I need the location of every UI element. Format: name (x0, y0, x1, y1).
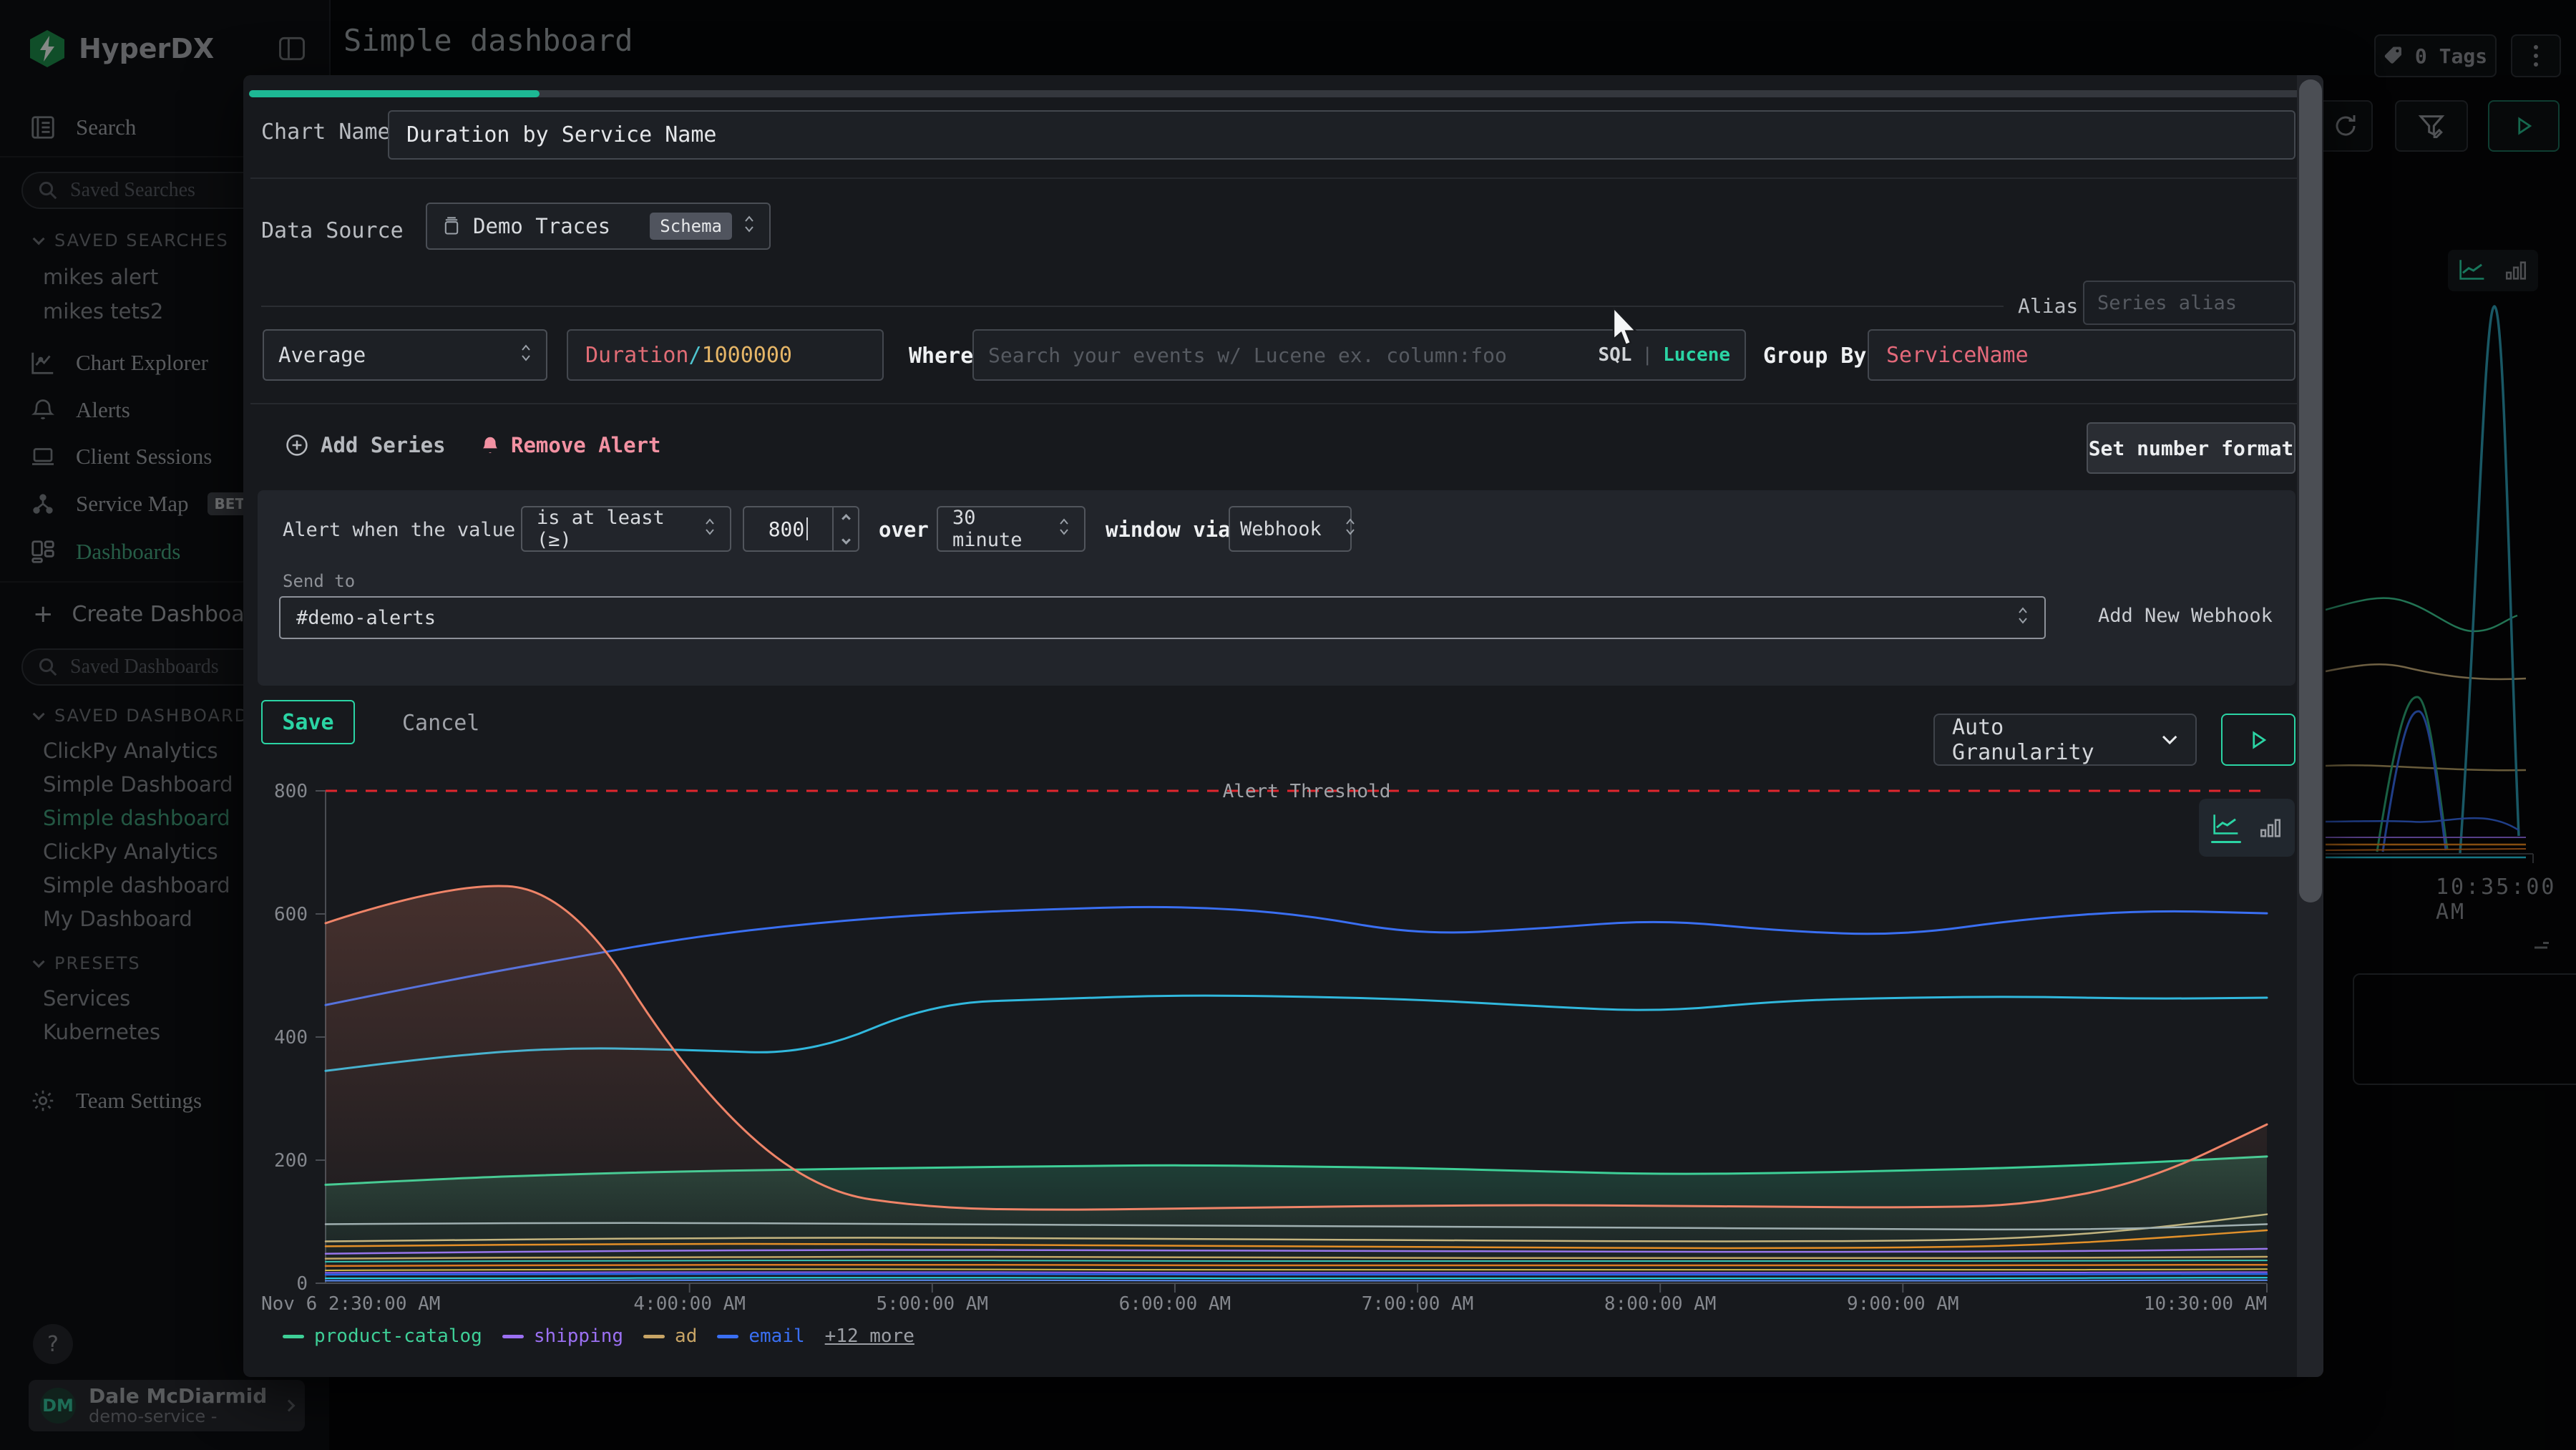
svg-text:10:30:00 AM: 10:30:00 AM (2144, 1293, 2267, 1315)
alert-condition-select[interactable]: is at least (≥) (521, 506, 731, 552)
stepper-down-icon[interactable] (841, 535, 851, 545)
divider (261, 306, 2004, 307)
where-label: Where (909, 344, 973, 369)
number-stepper[interactable] (832, 507, 858, 550)
add-series-button[interactable]: Add Series (285, 433, 446, 457)
select-updown-icon (1058, 515, 1070, 543)
field-expression-input[interactable]: Duration/1000000 (567, 329, 884, 381)
mouse-cursor (1612, 308, 1644, 351)
series-alias-input[interactable] (2083, 281, 2296, 325)
chart-legend: product-catalog shipping ad email +12 mo… (283, 1325, 914, 1347)
legend-more-link[interactable]: +12 more (825, 1325, 914, 1347)
chart-type-toggle[interactable] (2199, 799, 2295, 857)
svg-text:6:00:00 AM: 6:00:00 AM (1119, 1293, 1231, 1315)
where-placeholder: Search your events w/ Lucene ex. column:… (988, 344, 1588, 367)
svg-text:9:00:00 AM: 9:00:00 AM (1847, 1293, 1959, 1315)
legend-item[interactable]: product-catalog (283, 1325, 482, 1347)
select-updown-icon (520, 341, 532, 369)
legend-item[interactable]: shipping (502, 1325, 623, 1347)
svg-text:4:00:00 AM: 4:00:00 AM (633, 1293, 746, 1315)
select-updown-icon (743, 213, 755, 240)
text-caret (806, 517, 808, 540)
alert-channel-select[interactable]: Webhook (1229, 506, 1352, 552)
select-updown-icon (1345, 515, 1356, 543)
aggregation-select[interactable]: Average (263, 329, 547, 381)
scrollbar-thumb[interactable] (2299, 79, 2322, 902)
chart-name-label: Chart Name (261, 120, 391, 145)
select-updown-icon (2017, 604, 2029, 632)
edit-chart-modal: Chart Name Data Source Demo Traces Schem… (243, 75, 2323, 1377)
lucene-toggle[interactable]: Lucene (1663, 344, 1730, 366)
svg-text:0: 0 (296, 1273, 308, 1295)
over-label: over (879, 517, 929, 542)
bell-icon (479, 434, 501, 457)
alert-prefix-label: Alert when the value (283, 519, 515, 541)
alias-label: Alias (2018, 294, 2078, 318)
database-icon (441, 215, 462, 237)
schema-badge: Schema (650, 213, 732, 240)
divider (250, 177, 2316, 179)
loading-progress-track (249, 90, 2318, 97)
svg-text:8:00:00 AM: 8:00:00 AM (1604, 1293, 1717, 1315)
group-by-input[interactable]: ServiceName (1868, 329, 2296, 381)
modal-scrollbar[interactable] (2297, 75, 2323, 1377)
send-to-label: Send to (283, 571, 355, 591)
set-number-format-button[interactable]: Set number format (2087, 422, 2296, 474)
play-icon (2248, 729, 2269, 751)
stepper-up-icon[interactable] (841, 514, 851, 523)
remove-alert-button[interactable]: Remove Alert (479, 433, 661, 457)
legend-item[interactable]: ad (643, 1325, 697, 1347)
svg-text:800: 800 (274, 781, 308, 802)
svg-text:600: 600 (274, 904, 308, 925)
svg-text:400: 400 (274, 1027, 308, 1048)
data-source-select[interactable]: Demo Traces Schema (426, 203, 771, 250)
select-updown-icon (704, 515, 716, 543)
divider (250, 403, 2316, 404)
duration-chart[interactable]: 0 200 400 600 800 Nov 6 2:30:00 AM 4:00:00 AM 5… (243, 751, 2323, 1377)
alert-config-panel: Alert when the value is at least (≥) 800… (258, 490, 2296, 686)
alert-threshold-input[interactable]: 800 (743, 506, 859, 552)
bar-chart-icon[interactable] (2258, 816, 2283, 840)
svg-text:200: 200 (274, 1150, 308, 1172)
data-source-label: Data Source (261, 218, 404, 243)
line-chart-tab-active[interactable] (2211, 812, 2241, 843)
cancel-button[interactable]: Cancel (402, 711, 479, 736)
legend-item[interactable]: email (717, 1325, 804, 1347)
chevron-down-icon (2161, 733, 2178, 747)
save-button[interactable]: Save (261, 700, 355, 744)
svg-text:Alert Threshold: Alert Threshold (1223, 781, 1391, 802)
loading-progress-bar (249, 90, 540, 97)
window-via-label: window via (1106, 517, 1231, 542)
line-chart-icon (2211, 812, 2241, 838)
chart-name-input[interactable] (388, 110, 2296, 160)
alert-window-select[interactable]: 30 minute (937, 506, 1085, 552)
svg-text:Nov 6 2:30:00 AM: Nov 6 2:30:00 AM (261, 1293, 440, 1315)
add-new-webhook-button[interactable]: Add New Webhook (2098, 605, 2273, 627)
webhook-select[interactable]: #demo-alerts (279, 596, 2046, 639)
group-by-label: Group By (1763, 344, 1867, 369)
svg-text:7:00:00 AM: 7:00:00 AM (1362, 1293, 1474, 1315)
svg-text:5:00:00 AM: 5:00:00 AM (877, 1293, 989, 1315)
circle-plus-icon (285, 433, 309, 457)
